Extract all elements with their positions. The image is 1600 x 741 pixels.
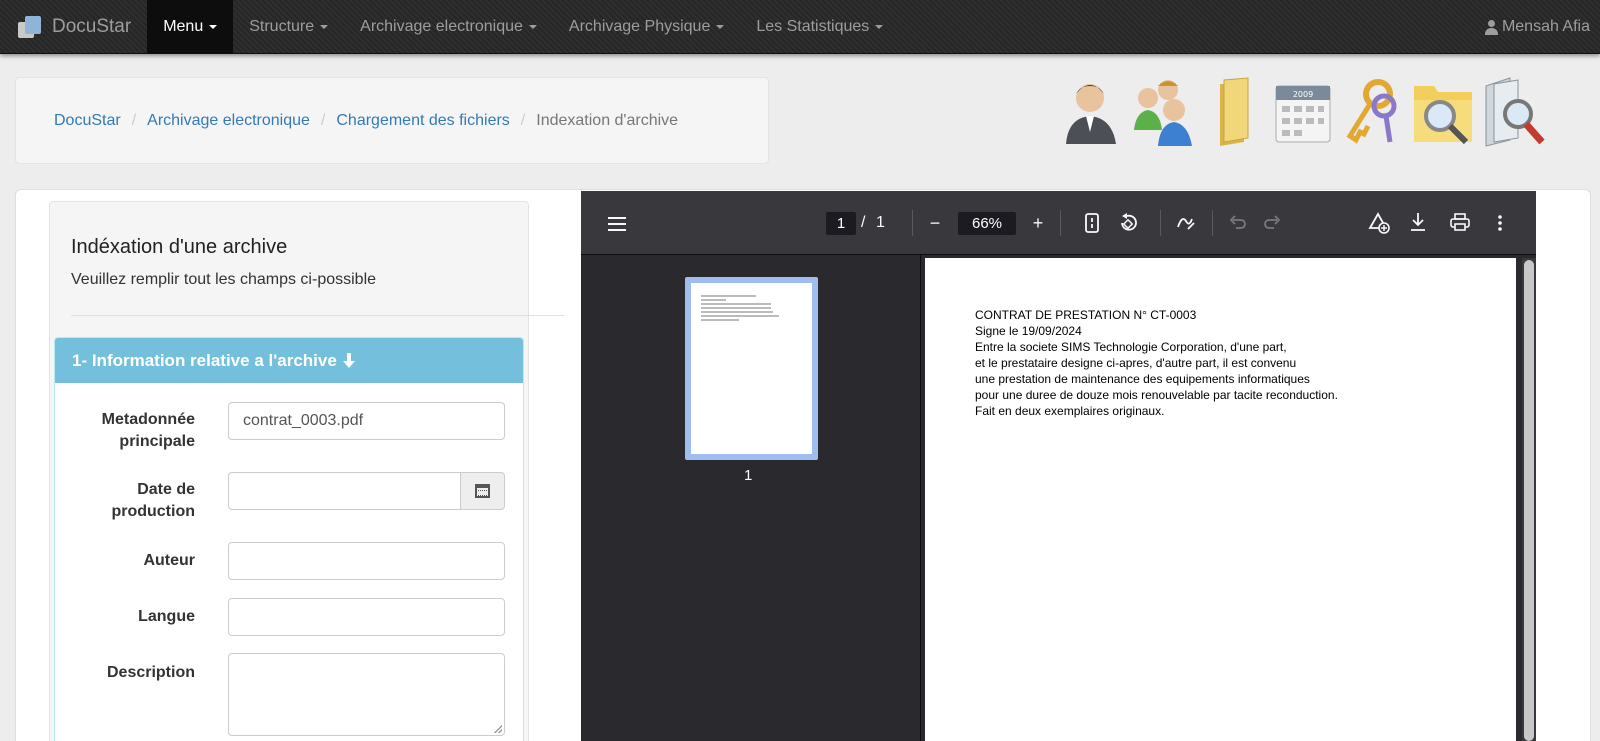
download-icon[interactable] [1409,212,1427,232]
caret-down-icon [320,24,329,29]
metadata-label: Metadonnée principale [45,409,195,453]
pdf-line: Entre la societe SIMS Technologie Corpor… [975,340,1287,354]
pdf-line: et le prestataire designe ci-apres, d'au… [975,356,1297,370]
zoom-select[interactable]: 66% [958,212,1016,235]
nav-structure[interactable]: Structure [233,0,344,54]
print-icon[interactable] [1450,213,1470,231]
toolbar-separator [912,210,913,236]
zoom-in-icon[interactable]: + [1026,213,1050,233]
form-title: Indéxation d'une archive [71,236,288,258]
panel-header[interactable]: 1- Information relative a l'archive [55,338,523,383]
description-textarea[interactable] [228,653,505,736]
svg-text:2009: 2009 [1293,90,1313,99]
add-signature-icon[interactable] [1368,212,1390,234]
pdf-line: pour une duree de douze mois renouvelabl… [975,388,1338,402]
pdf-line: CONTRAT DE PRESTATION N° CT-0003 [975,308,1197,322]
description-label: Description [106,664,195,681]
user-icon[interactable] [1060,76,1126,148]
page-fit-icon[interactable] [1084,213,1100,233]
undo-icon[interactable] [1228,214,1246,232]
language-label: Langue [138,608,195,625]
toolbar-separator [1212,210,1213,236]
nav-statistiques[interactable]: Les Statistiques [740,0,899,54]
metadata-label-line1: Metadonnée [101,411,195,428]
nav-archivage-physique-label: Archivage Physique [568,17,711,35]
pdf-scrollbar-thumb[interactable] [1524,260,1534,741]
folder-search-icon[interactable] [1410,76,1476,148]
page-count: 1 [876,214,885,231]
page-separator: / [861,214,866,231]
quick-access-icons: 2009 [1060,76,1560,148]
keys-icon[interactable] [1340,76,1406,148]
breadcrumb-link-docustar[interactable]: DocuStar [54,112,121,130]
nav-archivage-electronique[interactable]: Archivage electronique [344,0,553,54]
pdf-line: Signe le 19/09/2024 [975,324,1082,338]
more-options-icon[interactable] [1494,213,1506,233]
sidebar-toggle-icon[interactable] [608,217,626,231]
user-name: Mensah Afia [1501,18,1590,35]
author-label: Auteur [143,552,195,569]
zoom-out-icon[interactable]: − [923,213,947,233]
draw-icon[interactable] [1176,213,1196,233]
brand-name: DocuStar [52,15,132,37]
page-thumbnail[interactable] [691,283,812,454]
author-input[interactable] [228,542,505,580]
date-input[interactable] [228,472,461,510]
rotate-icon[interactable] [1118,213,1140,233]
redo-icon[interactable] [1264,214,1282,232]
nav-user-menu[interactable]: Mensah Afia [1484,0,1590,54]
breadcrumb-separator: / [320,111,326,129]
language-input[interactable] [228,598,505,636]
brand[interactable]: DocuStar [0,0,147,54]
user-icon [1484,19,1498,35]
date-picker-button[interactable] [460,472,505,510]
breadcrumb-link-chargement[interactable]: Chargement des fichiers [336,112,509,130]
arrow-down-icon [342,352,355,369]
date-label-line1: Date de [137,481,195,498]
metadata-label-line2: principale [119,433,195,450]
docustar-logo-icon [16,14,42,40]
caret-down-icon [209,24,218,29]
calendar-icon [475,484,490,498]
document-search-icon[interactable] [1480,76,1546,148]
pdf-line: Fait en deux exemplaires originaux. [975,404,1165,418]
thumbnail-page-number: 1 [744,467,753,484]
resize-handle-icon[interactable] [494,725,502,733]
breadcrumb: DocuStar / Archivage electronique / Char… [15,77,769,164]
caret-down-icon [528,24,537,29]
caret-down-icon [875,24,884,29]
pdf-line: une prestation de maintenance des equipe… [975,372,1310,386]
page-number-input[interactable]: 1 [826,212,856,235]
breadcrumb-separator: / [131,111,137,129]
metadata-input[interactable]: contrat_0003.pdf [228,402,505,440]
nav-archivage-electronique-label: Archivage electronique [360,17,523,35]
panel-title: 1- Information relative a l'archive [72,350,337,370]
nav-statistiques-label: Les Statistiques [756,17,870,35]
toolbar-separator [1060,210,1061,236]
toolbar-separator [1160,210,1161,236]
caret-down-icon [716,24,725,29]
folder-icon[interactable] [1200,76,1266,148]
divider [71,315,564,316]
pdf-toolbar [581,191,1536,255]
form-subtitle: Veuillez remplir tout les champs ci-poss… [71,271,377,288]
nav-menu[interactable]: Menu [147,0,234,54]
top-navbar: DocuStar Menu Structure Archivage electr… [0,0,1600,54]
breadcrumb-link-archivage-electronique[interactable]: Archivage electronique [147,112,310,130]
date-label-line2: production [111,503,195,520]
nav-menu-label: Menu [163,17,204,35]
date-label: Date de production [45,479,195,523]
breadcrumb-active: Indexation d'archive [536,111,679,129]
nav-archivage-physique[interactable]: Archivage Physique [553,0,740,54]
calendar-icon[interactable]: 2009 [1270,76,1336,148]
nav-structure-label: Structure [249,17,315,35]
users-group-icon[interactable] [1130,76,1196,148]
pdf-document-text: CONTRAT DE PRESTATION N° CT-0003 Signe l… [975,307,1338,419]
breadcrumb-separator: / [520,111,526,129]
